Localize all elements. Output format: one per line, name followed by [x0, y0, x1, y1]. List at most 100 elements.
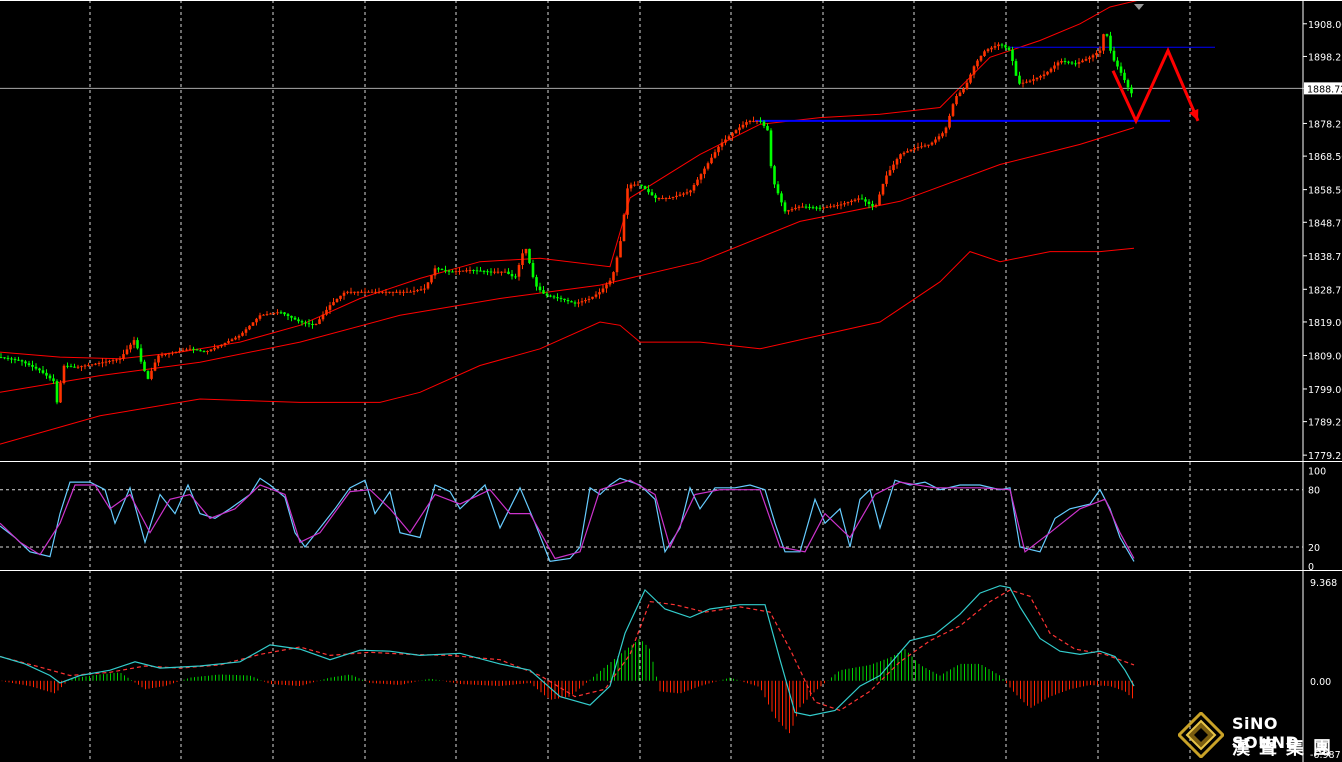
candle-up — [157, 355, 160, 363]
candle-down — [570, 301, 573, 303]
candle-down — [808, 206, 811, 208]
candle-up — [965, 82, 969, 89]
candle-up — [171, 352, 174, 354]
candle-up — [255, 318, 258, 323]
candle-up — [409, 291, 412, 293]
candle-up — [122, 354, 125, 359]
candle-up — [251, 322, 255, 326]
candle-down — [510, 274, 514, 277]
candle-down — [279, 312, 283, 314]
candle-up — [181, 350, 185, 352]
candle-down — [146, 371, 150, 379]
price-tick-label: 1878.25 — [1308, 119, 1342, 130]
candle-up — [885, 175, 888, 184]
candle-down — [52, 378, 55, 382]
candle-up — [388, 291, 391, 293]
candle-up — [892, 164, 895, 171]
candle-down — [545, 293, 549, 296]
candle-up — [377, 291, 381, 293]
candle-up — [710, 157, 713, 164]
candle-up — [577, 302, 580, 304]
stoch-tick-label: 80 — [1308, 486, 1320, 497]
candle-down — [640, 184, 643, 186]
candle-up — [118, 358, 122, 360]
candle-down — [489, 271, 493, 273]
candle-up — [1077, 62, 1081, 64]
candle-down — [542, 290, 545, 294]
chart-background — [0, 0, 1342, 762]
candle-down — [307, 323, 311, 325]
candle-up — [1060, 61, 1063, 63]
candle-down — [0, 357, 3, 359]
candle-down — [780, 193, 783, 203]
candle-up — [276, 312, 279, 314]
candle-up — [1088, 57, 1091, 60]
candle-up — [1091, 55, 1095, 58]
candle-down — [1067, 61, 1070, 63]
candle-down — [293, 317, 297, 320]
candle-up — [188, 348, 192, 350]
candle-down — [69, 366, 73, 368]
candle-up — [787, 210, 790, 212]
candle-down — [192, 348, 195, 350]
candle-up — [598, 292, 601, 295]
candle-up — [857, 198, 860, 200]
candle-up — [951, 104, 955, 116]
candle-down — [514, 276, 517, 278]
candle-up — [115, 359, 118, 361]
candle-down — [13, 359, 17, 361]
candle-down — [643, 185, 647, 189]
candle-up — [412, 290, 416, 292]
candle-up — [423, 288, 426, 290]
candle-up — [930, 142, 934, 145]
candle-down — [195, 349, 199, 351]
candle-down — [563, 298, 566, 300]
candle-up — [906, 151, 909, 153]
candle-up — [626, 188, 629, 215]
candle-up — [433, 268, 437, 276]
candle-up — [727, 136, 731, 140]
candle-up — [678, 194, 682, 196]
brand-watermark: SiNO SOUND 漢聲集團 — [1176, 712, 1342, 762]
candle-down — [1004, 45, 1007, 48]
candle-up — [1053, 65, 1056, 69]
candle-up — [496, 271, 500, 273]
candle-up — [80, 366, 83, 368]
candle-up — [927, 144, 930, 146]
candle-down — [66, 365, 69, 367]
candle-down — [139, 348, 143, 362]
candle-down — [1126, 80, 1130, 88]
candle-down — [507, 271, 510, 274]
candle-up — [979, 55, 983, 61]
stoch-tick-label: 20 — [1308, 543, 1320, 554]
candle-up — [755, 120, 759, 122]
candle-down — [48, 375, 52, 379]
candle-down — [1011, 49, 1014, 61]
candle-up — [104, 361, 108, 363]
candle-down — [552, 296, 556, 298]
candle-up — [346, 291, 349, 293]
candle-up — [272, 312, 276, 314]
brand-name-cn: 漢聲集團 — [1232, 738, 1340, 759]
price-tick-label: 1858.50 — [1308, 186, 1342, 197]
candle-up — [941, 133, 944, 137]
candle-down — [311, 324, 314, 325]
candle-down — [27, 363, 31, 366]
candle-up — [874, 205, 878, 207]
candle-up — [216, 346, 220, 348]
candle-up — [97, 363, 101, 364]
candle-up — [265, 314, 269, 316]
candle-up — [213, 347, 216, 350]
candle-down — [811, 207, 815, 209]
candle-up — [153, 362, 157, 371]
candle-down — [300, 321, 304, 323]
candle-up — [913, 148, 916, 150]
candle-up — [622, 214, 626, 242]
candle-up — [615, 257, 619, 273]
candle-down — [1119, 66, 1123, 73]
price-tick-label: 1789.25 — [1308, 418, 1342, 429]
candle-up — [241, 332, 244, 336]
candle-up — [1098, 50, 1102, 53]
macd-tick-label: 9.368 — [1310, 578, 1337, 589]
candle-down — [556, 297, 559, 299]
